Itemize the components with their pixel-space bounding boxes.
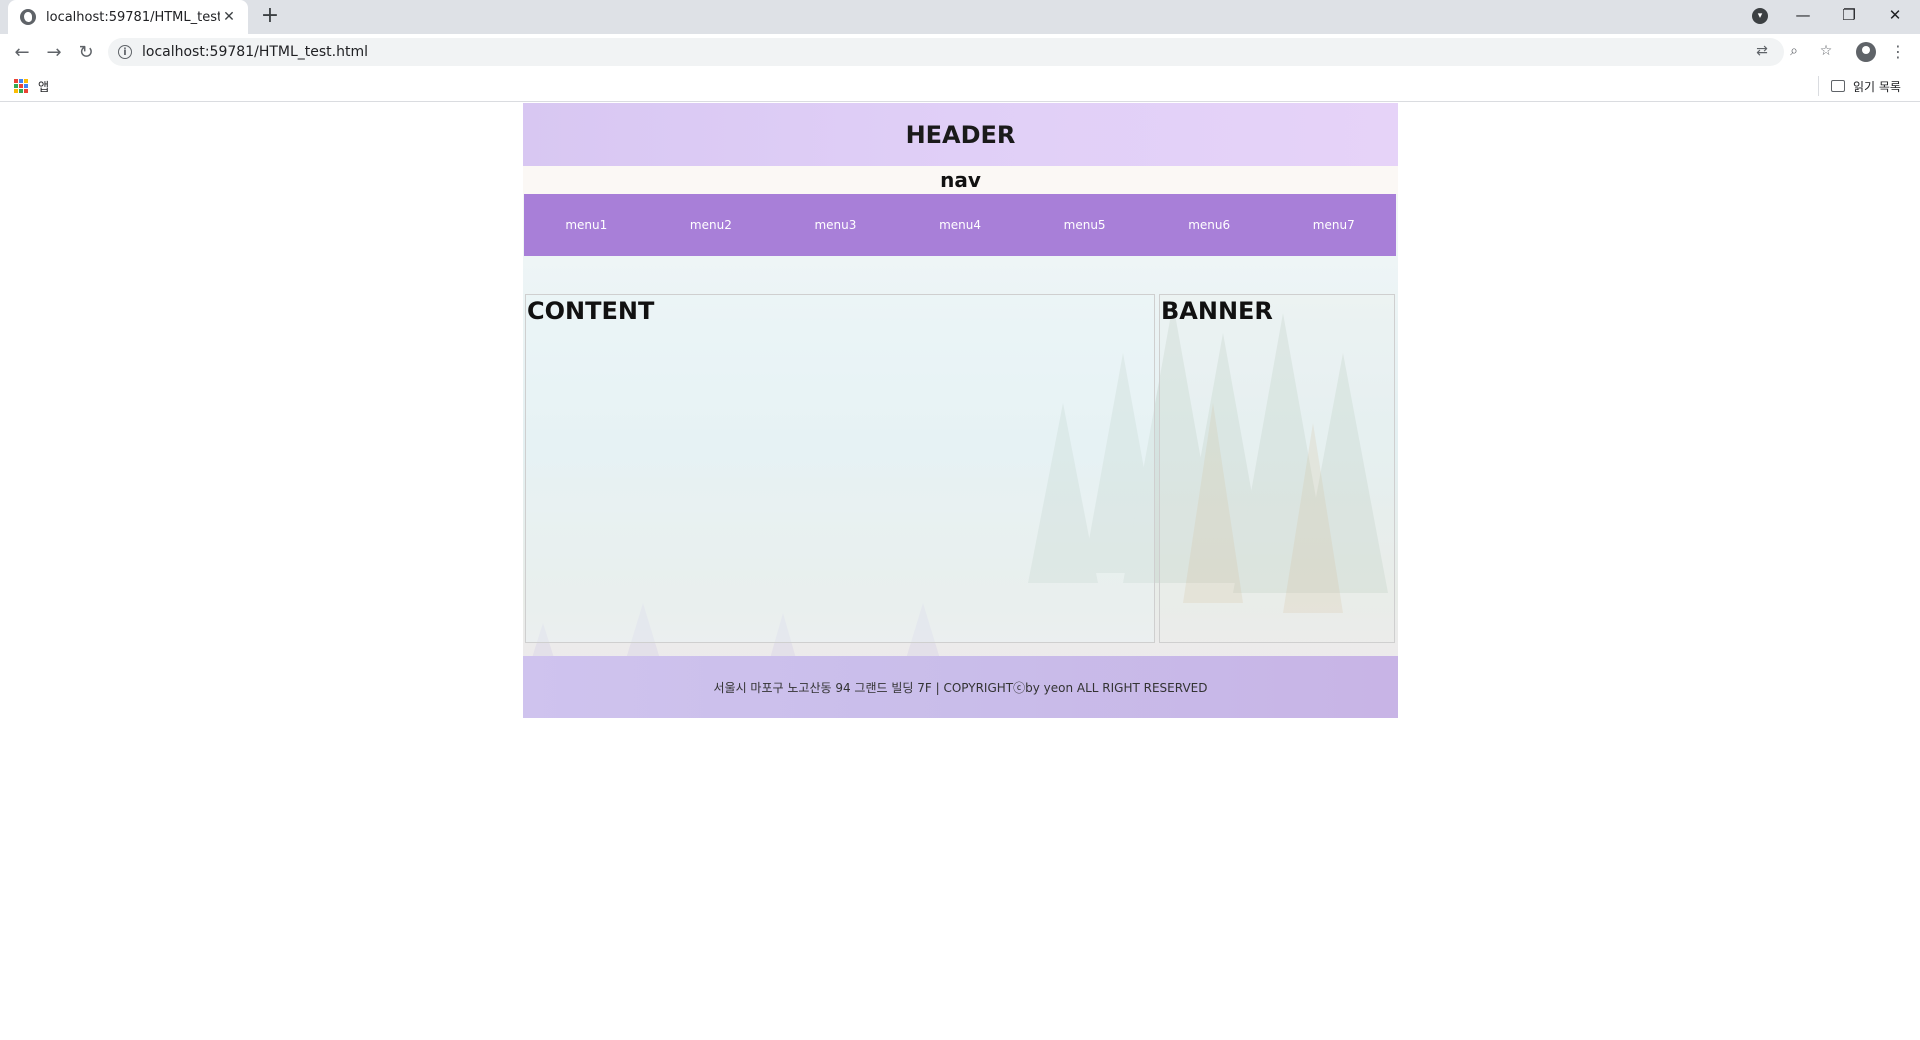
site-header: HEADER <box>523 103 1398 166</box>
content-section: CONTENT <box>525 294 1155 643</box>
nav-heading: nav <box>523 166 1398 194</box>
tab-search-icon[interactable]: ▾ <box>1752 8 1768 24</box>
more-menu-icon[interactable]: ⋮ <box>1890 42 1906 62</box>
main-menu: menu1 menu2 menu3 menu4 menu5 menu6 menu… <box>524 194 1396 256</box>
reload-button[interactable]: ↻ <box>74 40 98 64</box>
page-wrapper: HEADER nav menu1 menu2 menu3 menu4 menu5… <box>523 103 1398 718</box>
menu-item-4[interactable]: menu4 <box>898 194 1023 256</box>
new-tab-button[interactable]: + <box>258 5 282 29</box>
bookmarks-bar: 앱 읽기 목록 <box>0 70 1920 102</box>
tab-strip: localhost:59781/HTML_test.html ✕ + ▾ — ❐… <box>0 0 1920 34</box>
menu-item-6[interactable]: menu6 <box>1147 194 1272 256</box>
menu-item-5[interactable]: menu5 <box>1022 194 1147 256</box>
bookmark-star-icon[interactable]: ☆ <box>1815 40 1837 62</box>
page-viewport: HEADER nav menu1 menu2 menu3 menu4 menu5… <box>0 103 1920 1040</box>
info-icon[interactable]: i <box>118 45 132 59</box>
browser-tab[interactable]: localhost:59781/HTML_test.html ✕ <box>8 0 248 34</box>
restore-button[interactable]: ❐ <box>1826 0 1872 30</box>
menu-item-3[interactable]: menu3 <box>773 194 898 256</box>
url-text: localhost:59781/HTML_test.html <box>142 44 368 60</box>
reading-list-button[interactable]: 읽기 목록 <box>1818 76 1901 96</box>
globe-icon <box>20 9 36 25</box>
address-bar[interactable]: i localhost:59781/HTML_test.html <box>108 38 1784 66</box>
translate-icon[interactable]: ⇄ <box>1751 40 1773 62</box>
menu-item-1[interactable]: menu1 <box>524 194 649 256</box>
profile-avatar-icon[interactable] <box>1856 42 1876 62</box>
site-footer: 서울시 마포구 노고산동 94 그랜드 빌딩 7F | COPYRIGHTⓒby… <box>523 656 1398 718</box>
content-title: CONTENT <box>527 297 655 325</box>
tab-title: localhost:59781/HTML_test.html <box>46 9 220 25</box>
browser-toolbar: ← → ↻ i localhost:59781/HTML_test.html ⇄… <box>0 34 1920 70</box>
close-window-button[interactable]: ✕ <box>1872 0 1918 30</box>
menu-item-2[interactable]: menu2 <box>649 194 774 256</box>
zoom-icon[interactable]: ⌕ <box>1783 40 1805 62</box>
menu-item-7[interactable]: menu7 <box>1271 194 1396 256</box>
minimize-button[interactable]: — <box>1780 0 1826 30</box>
apps-label[interactable]: 앱 <box>38 78 49 95</box>
tab-close-icon[interactable]: ✕ <box>220 8 238 26</box>
banner-title: BANNER <box>1161 297 1273 325</box>
back-button[interactable]: ← <box>10 40 34 64</box>
apps-grid-icon[interactable] <box>14 79 28 93</box>
reading-list-icon <box>1831 80 1845 92</box>
reading-list-label: 읽기 목록 <box>1853 79 1901 94</box>
banner-section: BANNER <box>1159 294 1395 643</box>
forward-button[interactable]: → <box>42 40 66 64</box>
